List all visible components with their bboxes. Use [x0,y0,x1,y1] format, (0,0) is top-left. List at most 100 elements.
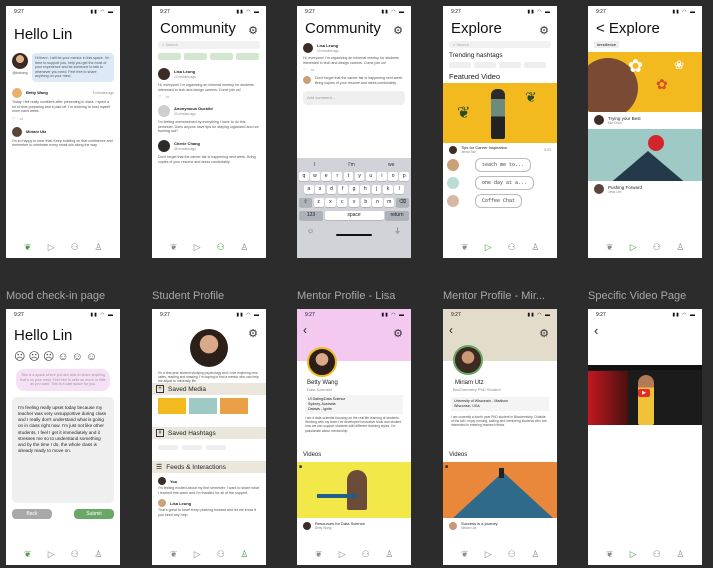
nav-video-icon[interactable]: ▷ [337,549,347,559]
nav-video-icon[interactable]: ▷ [628,242,638,252]
heart-icon[interactable]: ♡ [12,116,16,121]
keyboard-key[interactable]: w [310,172,320,181]
search-input[interactable]: ⌕ Search [449,41,551,48]
keyboard-key[interactable]: s [315,185,326,194]
keyboard-key[interactable]: n [372,198,383,207]
comment-icon[interactable]: ▭ [20,116,24,121]
mood-emoji-icon[interactable]: ☹ [43,350,54,363]
nav-community-icon[interactable]: ⚇ [361,549,371,559]
hashtag-chip[interactable] [182,445,202,450]
section-header-saved-hashtags[interactable]: # Saved Hashtags [152,427,266,439]
section-header-saved-media[interactable]: + Saved Media [152,383,266,395]
back-button[interactable]: Back [12,508,52,519]
hashtag-chip[interactable] [524,62,546,68]
journal-entry-field[interactable]: I'm feeling really upset today because m… [12,396,114,503]
heart-icon[interactable]: ♡ [303,67,307,72]
nav-home-icon[interactable]: ❦ [605,242,615,252]
keyboard-key[interactable]: z [313,198,324,207]
topic-pill[interactable]: teach me to... [475,158,532,172]
delete-key[interactable]: ⌫ [396,198,409,207]
gear-icon[interactable]: ⚙ [248,24,258,37]
keyboard-key[interactable]: l [394,185,405,194]
suggestion[interactable]: I'm [348,162,355,168]
gear-icon[interactable]: ⚙ [393,327,403,340]
nav-home-icon[interactable]: ❦ [23,549,33,559]
nav-video-icon[interactable]: ▷ [483,242,493,252]
nav-profile-icon[interactable]: ♙ [239,242,249,252]
keyboard-key[interactable]: x [325,198,336,207]
keyboard-key[interactable]: p [399,172,410,181]
keyboard-key[interactable]: k [382,185,393,194]
nav-profile-icon[interactable]: ♙ [384,549,394,559]
nav-home-icon[interactable]: ❦ [605,549,615,559]
nav-video-icon[interactable]: ▷ [483,549,493,559]
nav-profile-icon[interactable]: ♙ [675,549,685,559]
keyboard-key[interactable]: j [371,185,382,194]
media-thumbnail[interactable] [220,398,248,414]
suggestion[interactable]: I [314,162,315,168]
hashtag-chip[interactable] [449,62,471,68]
return-key[interactable]: return [385,211,409,220]
hashtag-chip[interactable] [158,445,178,450]
video-thumbnail[interactable]: ✿ ✿ ❀ [588,52,702,112]
nav-community-icon[interactable]: ⚇ [216,549,226,559]
mood-emoji-icon[interactable]: ☺ [72,351,83,363]
keyboard-key[interactable]: m [384,198,395,207]
nav-profile-icon[interactable]: ♙ [530,242,540,252]
space-key[interactable]: space [324,211,384,220]
nav-video-icon[interactable]: ▷ [46,242,56,252]
nav-home-icon[interactable]: ❦ [169,549,179,559]
nav-profile-icon[interactable]: ♙ [239,549,249,559]
media-thumbnail[interactable] [158,398,186,414]
mood-emoji-icon[interactable]: ☹ [28,350,39,363]
back-icon[interactable]: ‹ [594,323,598,338]
topic-pill[interactable]: one day at a... [475,176,535,190]
search-input[interactable]: ⌕ Search [158,41,260,49]
nav-video-icon[interactable]: ▷ [628,549,638,559]
nav-community-icon[interactable]: ⚇ [216,242,226,252]
suggestion[interactable]: we [388,162,394,168]
filter-chip[interactable] [236,53,259,60]
nav-community-icon[interactable]: ⚇ [507,242,517,252]
nav-video-icon[interactable]: ▷ [192,242,202,252]
filter-chip[interactable] [158,53,181,60]
nav-community-icon[interactable]: ⚇ [652,242,662,252]
hashtag-chip[interactable]: #resilience [594,41,620,48]
play-icon[interactable]: ▶ [638,389,650,397]
nav-profile-icon[interactable]: ♙ [93,549,103,559]
filter-chip[interactable] [184,53,207,60]
keyboard-key[interactable]: g [349,185,359,194]
keyboard-key[interactable]: f [337,185,348,194]
gear-icon[interactable]: ⚙ [248,327,258,340]
nav-video-icon[interactable]: ▷ [192,549,202,559]
keyboard-key[interactable]: i [377,172,387,181]
submit-button[interactable]: Submit [74,508,114,519]
video-thumbnail[interactable]: ■ [297,462,411,518]
nav-home-icon[interactable]: ❦ [169,242,179,252]
media-thumbnail[interactable] [189,398,217,414]
keyboard-key[interactable]: d [326,185,337,194]
topic-pill[interactable]: Coffee Chat [475,194,523,208]
filter-chip[interactable] [210,53,233,60]
nav-home-icon[interactable]: ❦ [23,242,33,252]
video-thumbnail[interactable]: ■ [443,462,557,518]
nav-community-icon[interactable]: ⚇ [70,549,80,559]
featured-video-thumbnail[interactable]: ❦ ❦ [443,83,557,143]
section-header-feeds[interactable]: ☰ Feeds & Interactions [152,461,266,473]
keyboard-key[interactable]: y [354,172,365,181]
keyboard-key[interactable]: b [360,198,371,207]
nav-profile-icon[interactable]: ♙ [93,242,103,252]
mood-emoji-icon[interactable]: ☺ [57,351,68,363]
keyboard-key[interactable]: o [388,172,398,181]
mentor-avatar[interactable] [447,177,459,189]
numbers-key[interactable]: 123 [299,211,323,220]
comment-input[interactable]: Add comment... [303,91,405,106]
keyboard-key[interactable]: e [321,172,331,181]
mood-emoji-icon[interactable]: ☺ [86,351,97,363]
nav-video-icon[interactable]: ▷ [46,549,56,559]
keyboard-key[interactable]: v [348,198,360,207]
hashtag-chip[interactable] [474,62,496,68]
nav-community-icon[interactable]: ⚇ [507,549,517,559]
keyboard-key[interactable]: r [332,172,343,181]
emoji-icon[interactable]: ☺ [307,228,314,235]
